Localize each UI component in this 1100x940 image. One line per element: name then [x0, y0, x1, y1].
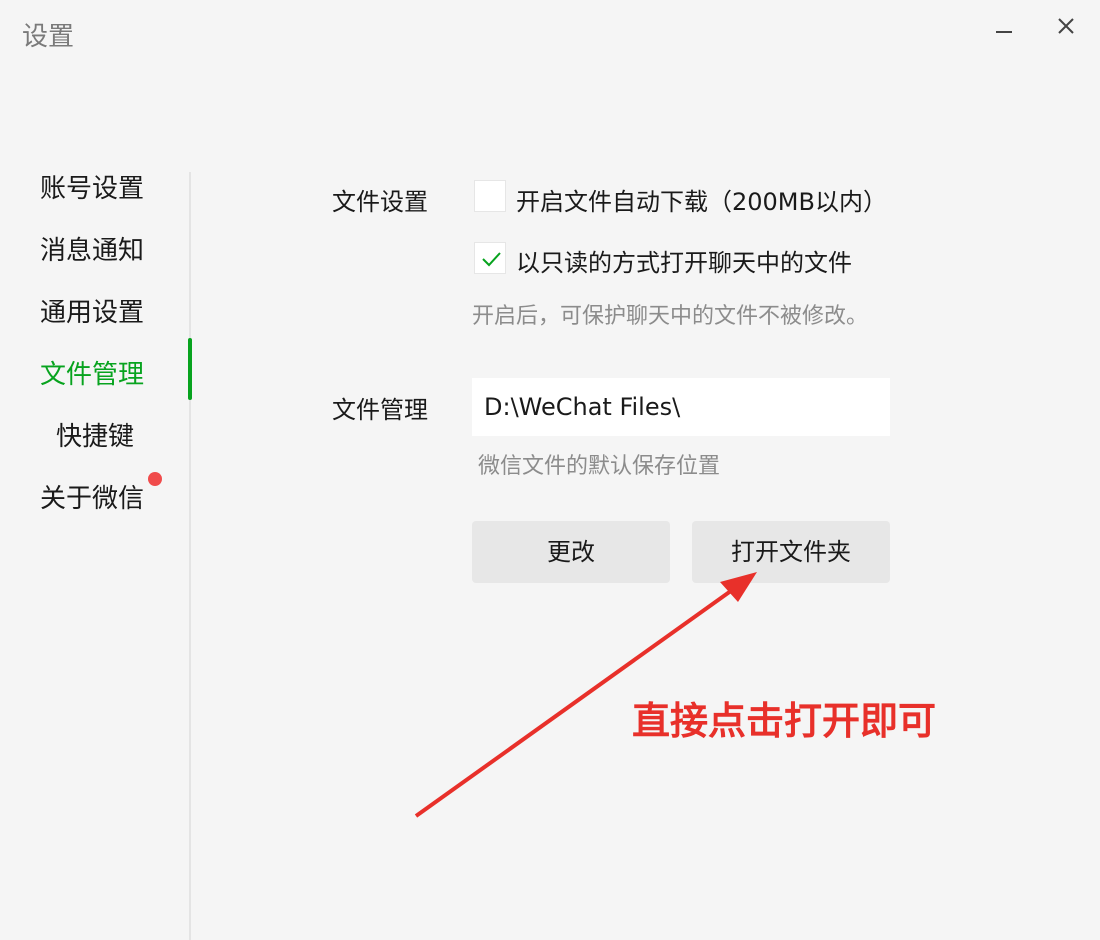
- sidebar-item-account[interactable]: 账号设置: [40, 168, 144, 205]
- open-folder-button[interactable]: 打开文件夹: [692, 521, 890, 583]
- close-icon: [1058, 18, 1074, 34]
- save-path-hint: 微信文件的默认保存位置: [478, 454, 721, 479]
- sidebar-item-notifications[interactable]: 消息通知: [40, 230, 144, 267]
- sidebar-item-about[interactable]: 关于微信: [40, 478, 144, 515]
- checkmark-icon: [482, 252, 501, 267]
- window-title: 设置: [22, 22, 75, 52]
- minimize-button[interactable]: [986, 8, 1022, 44]
- read-only-label[interactable]: 以只读的方式打开聊天中的文件: [516, 243, 852, 278]
- sidebar-item-general[interactable]: 通用设置: [40, 292, 144, 329]
- read-only-hint: 开启后，可保护聊天中的文件不被修改。: [472, 304, 869, 329]
- read-only-checkbox[interactable]: [474, 242, 506, 274]
- active-indicator: [188, 338, 192, 400]
- notification-dot: [148, 472, 162, 486]
- sidebar-item-shortcuts[interactable]: 快捷键: [56, 416, 134, 453]
- file-management-label: 文件管理: [332, 396, 428, 424]
- save-path-field[interactable]: D:\WeChat Files\: [472, 378, 890, 436]
- settings-window: 设置 账号设置 消息通知 通用设置 文件管理 快捷键 关于微信 文件设置 开启文…: [0, 0, 1100, 940]
- sidebar-item-file-management[interactable]: 文件管理: [40, 354, 144, 391]
- close-button[interactable]: [1048, 8, 1084, 44]
- file-settings-label: 文件设置: [332, 188, 428, 216]
- annotation-text: 直接点击打开即可: [632, 699, 937, 743]
- minimize-icon: [996, 31, 1012, 33]
- change-button[interactable]: 更改: [472, 521, 670, 583]
- auto-download-checkbox[interactable]: [474, 180, 506, 212]
- auto-download-label[interactable]: 开启文件自动下载（200MB以内）: [516, 182, 887, 217]
- sidebar-divider: [189, 172, 191, 940]
